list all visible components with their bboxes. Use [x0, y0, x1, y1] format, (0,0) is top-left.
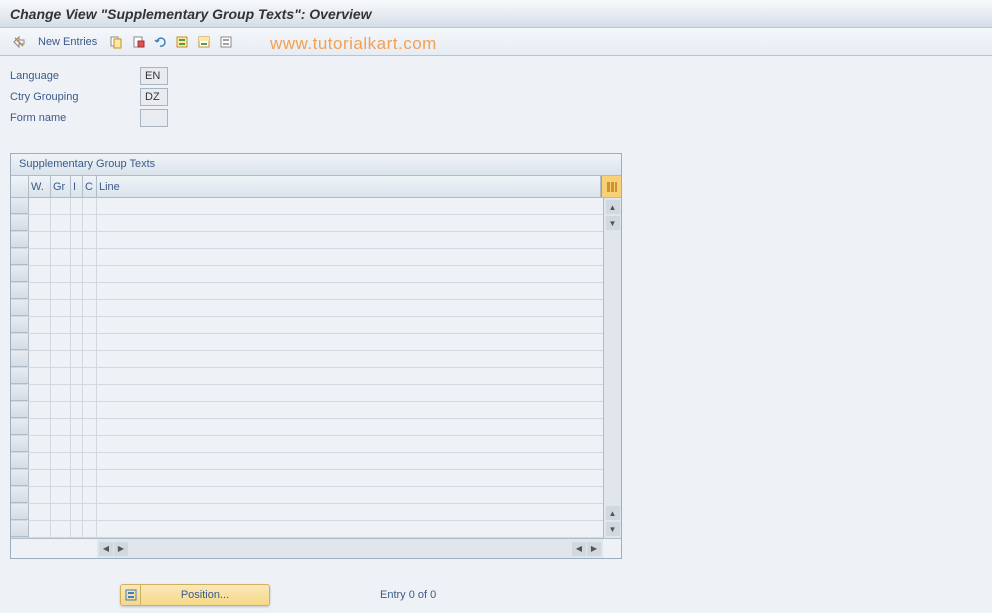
- row-selector[interactable]: [11, 198, 29, 214]
- table-rows: [11, 198, 603, 538]
- ctry-grouping-field[interactable]: [140, 88, 168, 106]
- table-row[interactable]: [11, 232, 603, 249]
- position-icon: [121, 585, 141, 605]
- table-row[interactable]: [11, 334, 603, 351]
- table-row[interactable]: [11, 521, 603, 538]
- row-selector[interactable]: [11, 521, 29, 537]
- row-selector[interactable]: [11, 351, 29, 367]
- row-selector[interactable]: [11, 232, 29, 248]
- row-selector[interactable]: [11, 300, 29, 316]
- position-button[interactable]: Position...: [120, 584, 270, 606]
- table-row[interactable]: [11, 419, 603, 436]
- scroll-up-icon[interactable]: ▲: [606, 200, 620, 214]
- table-container: Supplementary Group Texts W. Gr I C Line: [10, 153, 622, 559]
- vertical-scrollbar[interactable]: ▲ ▼ ▲ ▼: [603, 198, 621, 538]
- form-area: Language Ctry Grouping Form name: [0, 56, 992, 133]
- row-selector[interactable]: [11, 266, 29, 282]
- column-c[interactable]: C: [83, 176, 97, 197]
- position-label: Position...: [141, 589, 269, 601]
- table-row[interactable]: [11, 504, 603, 521]
- table-row[interactable]: [11, 317, 603, 334]
- select-all-icon[interactable]: [173, 33, 191, 51]
- language-field[interactable]: [140, 67, 168, 85]
- row-selector[interactable]: [11, 317, 29, 333]
- row-selector[interactable]: [11, 334, 29, 350]
- table-row[interactable]: [11, 215, 603, 232]
- table-row[interactable]: [11, 198, 603, 215]
- scroll-up-icon[interactable]: ▲: [606, 506, 620, 520]
- select-block-icon[interactable]: [195, 33, 213, 51]
- table-header: W. Gr I C Line: [11, 176, 621, 198]
- row-selector[interactable]: [11, 249, 29, 265]
- scroll-left-icon[interactable]: ◀: [572, 542, 586, 556]
- table-row[interactable]: [11, 266, 603, 283]
- column-line[interactable]: Line: [97, 176, 601, 197]
- column-selector[interactable]: [11, 176, 29, 197]
- scroll-right-icon[interactable]: ▶: [114, 542, 128, 556]
- table-row[interactable]: [11, 283, 603, 300]
- row-selector[interactable]: [11, 215, 29, 231]
- column-i[interactable]: I: [71, 176, 83, 197]
- scroll-down-icon[interactable]: ▼: [606, 522, 620, 536]
- page-title: Change View "Supplementary Group Texts":…: [10, 6, 372, 22]
- row-selector[interactable]: [11, 453, 29, 469]
- ctry-grouping-label: Ctry Grouping: [10, 91, 140, 103]
- new-entries-button[interactable]: New Entries: [32, 36, 103, 48]
- table-row[interactable]: [11, 385, 603, 402]
- column-gr[interactable]: Gr: [51, 176, 71, 197]
- row-selector[interactable]: [11, 283, 29, 299]
- scroll-down-icon[interactable]: ▼: [606, 216, 620, 230]
- table-row[interactable]: [11, 402, 603, 419]
- toolbar: New Entries: [0, 28, 992, 56]
- language-label: Language: [10, 70, 140, 82]
- entry-status: Entry 0 of 0: [380, 589, 436, 601]
- undo-icon[interactable]: [151, 33, 169, 51]
- table-row[interactable]: [11, 249, 603, 266]
- form-name-field[interactable]: [140, 109, 168, 127]
- table-row[interactable]: [11, 470, 603, 487]
- row-selector[interactable]: [11, 368, 29, 384]
- row-selector[interactable]: [11, 470, 29, 486]
- title-bar: Change View "Supplementary Group Texts":…: [0, 0, 992, 28]
- form-name-label: Form name: [10, 112, 140, 124]
- row-selector[interactable]: [11, 436, 29, 452]
- footer: Position... Entry 0 of 0: [0, 584, 992, 606]
- table-row[interactable]: [11, 436, 603, 453]
- table-row[interactable]: [11, 300, 603, 317]
- row-selector[interactable]: [11, 385, 29, 401]
- table-row[interactable]: [11, 453, 603, 470]
- copy-icon[interactable]: [107, 33, 125, 51]
- row-selector[interactable]: [11, 504, 29, 520]
- column-w[interactable]: W.: [29, 176, 51, 197]
- table-settings-icon[interactable]: [601, 176, 621, 197]
- delete-icon[interactable]: [129, 33, 147, 51]
- row-selector[interactable]: [11, 487, 29, 503]
- table-row[interactable]: [11, 351, 603, 368]
- scroll-left-icon[interactable]: ◀: [99, 542, 113, 556]
- row-selector[interactable]: [11, 402, 29, 418]
- table-body: ▲ ▼ ▲ ▼: [11, 198, 621, 538]
- table-row[interactable]: [11, 368, 603, 385]
- horizontal-scrollbar: ◀ ▶ ◀ ▶: [11, 538, 621, 558]
- deselect-all-icon[interactable]: [217, 33, 235, 51]
- table-title: Supplementary Group Texts: [11, 154, 621, 176]
- scroll-right-icon[interactable]: ▶: [587, 542, 601, 556]
- table-row[interactable]: [11, 487, 603, 504]
- toggle-icon[interactable]: [10, 33, 28, 51]
- row-selector[interactable]: [11, 419, 29, 435]
